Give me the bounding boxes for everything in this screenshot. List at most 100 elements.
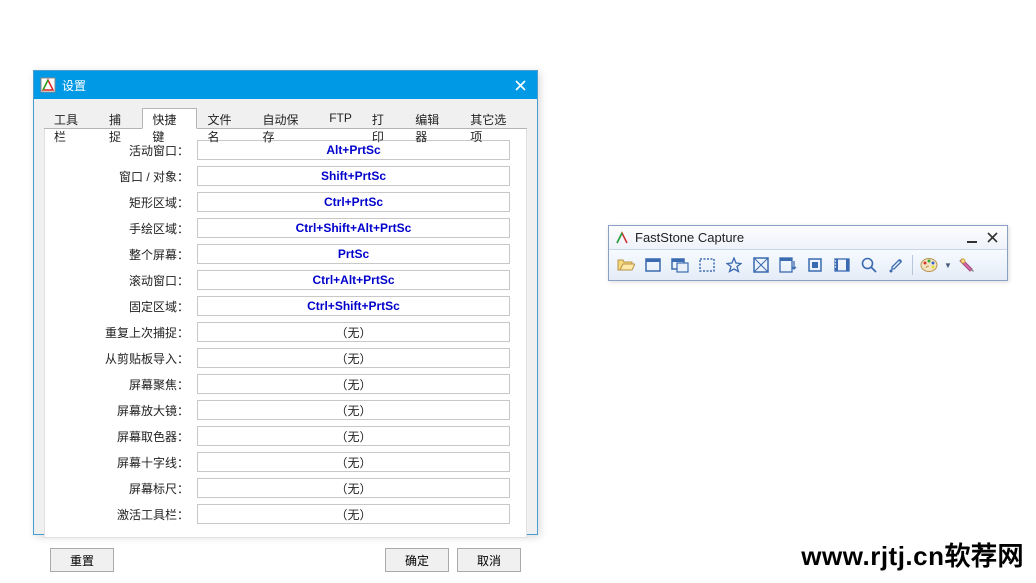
hotkey-field[interactable]: （无） [197,374,510,394]
tab-4[interactable]: 自动保存 [253,108,320,129]
tab-6[interactable]: 打印 [362,108,405,129]
capture-rect-icon [699,258,715,272]
hotkey-label: 手绘区域： [61,220,189,237]
hotkey-label: 活动窗口： [61,142,189,159]
hotkey-row: 固定区域： Ctrl+Shift+PrtSc [61,295,510,317]
capture-fixed-icon [807,257,823,273]
close-button[interactable] [509,74,531,96]
settings-dialog: 设置 工具栏捕捉快捷键文件名自动保存FTP打印编辑器其它选项 活动窗口： Alt+… [33,70,538,535]
capture-window-button[interactable] [640,253,666,277]
toolbar-separator [912,255,913,275]
hotkey-field[interactable]: PrtSc [197,244,510,264]
hotkey-row: 屏幕聚焦： （无） [61,373,510,395]
hotkey-row: 屏幕取色器：（无） [61,425,510,447]
footer-watermark: www.rjtj.cn软荐网 [801,536,1024,573]
tab-strip: 工具栏捕捉快捷键文件名自动保存FTP打印编辑器其它选项 [44,107,527,129]
hotkey-field[interactable]: （无） [197,426,510,446]
dialog-body: 工具栏捕捉快捷键文件名自动保存FTP打印编辑器其它选项 活动窗口： Alt+Prt… [34,99,537,534]
hotkey-label: 屏幕标尺： [61,480,189,497]
settings-titlebar: 设置 [34,71,537,99]
hotkey-row: 重复上次捕捉： （无） [61,321,510,343]
hotkey-row: 活动窗口： Alt+PrtSc [61,139,510,161]
hotkey-row: 屏幕放大镜： （无） [61,399,510,421]
record-button[interactable] [829,253,855,277]
capture-rect-button[interactable] [694,253,720,277]
hotkey-field[interactable]: （无） [197,322,510,342]
magnifier-icon [861,257,877,273]
hotkey-label: 屏幕十字线： [61,454,189,471]
open-file-icon [617,257,635,273]
capture-full-icon [753,257,769,273]
hotkeys-panel: 活动窗口： Alt+PrtSc 窗口 / 对象： Shift+PrtSc 矩形区域： Ct… [44,129,527,538]
app-logo-icon [615,231,629,245]
minimize-button[interactable] [963,229,981,247]
hotkey-row: 滚动窗口： Ctrl+Alt+PrtSc [61,269,510,291]
hotkey-label: 固定区域： [61,298,189,315]
open-file-button[interactable] [613,253,639,277]
toolbar-window: FastStone Capture ▼ [608,225,1008,281]
settings-icon [959,257,975,273]
capture-freehand-icon [726,257,742,273]
hotkey-field[interactable]: （无） [197,348,510,368]
toolbar-title: FastStone Capture [635,230,961,245]
color-picker-icon [888,257,904,273]
hotkey-field[interactable]: Ctrl+Shift+PrtSc [197,296,510,316]
toolbar-body: ▼ [609,250,1007,280]
capture-fixed-button[interactable] [802,253,828,277]
palette-button[interactable] [916,253,942,277]
hotkey-row: 屏幕十字线： （无） [61,451,510,473]
hotkey-row: 激活工具栏： （无） [61,503,510,525]
tab-8[interactable]: 其它选项 [460,108,527,129]
cancel-button[interactable]: 取消 [457,548,521,572]
reset-button[interactable]: 重置 [50,548,114,572]
hotkey-label: 重复上次捕捉： [61,324,189,341]
app-icon [40,77,56,93]
hotkey-label: 滚动窗口： [61,272,189,289]
tab-2[interactable]: 快捷键 [142,108,197,129]
capture-scroll-icon [779,257,797,273]
palette-icon [920,257,938,273]
dialog-buttons: 重置 确定 取消 [44,538,527,572]
hotkey-field[interactable]: Ctrl+PrtSc [197,192,510,212]
hotkey-field[interactable]: （无） [197,400,510,420]
capture-full-button[interactable] [748,253,774,277]
record-icon [834,257,850,273]
capture-window-icon [645,257,661,273]
hotkey-label: 从剪贴板导入： [61,350,189,367]
tab-0[interactable]: 工具栏 [44,108,99,129]
hotkey-label: 激活工具栏： [61,506,189,523]
hotkey-label: 矩形区域： [61,194,189,211]
hotkey-field[interactable]: （无） [197,504,510,524]
hotkey-field[interactable]: （无） [197,478,510,498]
ok-button[interactable]: 确定 [385,548,449,572]
hotkey-row: 从剪贴板导入： （无） [61,347,510,369]
hotkey-label: 整个屏幕： [61,246,189,263]
hotkey-label: 屏幕放大镜： [61,402,189,419]
output-dropdown[interactable]: ▼ [943,261,953,270]
toolbar-close-button[interactable] [983,229,1001,247]
hotkey-row: 矩形区域： Ctrl+PrtSc [61,191,510,213]
settings-button[interactable] [954,253,980,277]
tab-7[interactable]: 编辑器 [405,108,460,129]
tab-5[interactable]: FTP [319,108,362,129]
toolbar-titlebar[interactable]: FastStone Capture [609,226,1007,250]
hotkey-field[interactable]: Ctrl+Alt+PrtSc [197,270,510,290]
capture-scroll-button[interactable] [775,253,801,277]
tab-1[interactable]: 捕捉 [99,108,142,129]
capture-freehand-button[interactable] [721,253,747,277]
hotkey-label: 屏幕聚焦： [61,376,189,393]
hotkey-field[interactable]: Ctrl+Shift+Alt+PrtSc [197,218,510,238]
capture-object-button[interactable] [667,253,693,277]
capture-object-icon [671,257,689,273]
tab-3[interactable]: 文件名 [197,108,252,129]
magnifier-button[interactable] [856,253,882,277]
color-picker-button[interactable] [883,253,909,277]
hotkey-field[interactable]: Shift+PrtSc [197,166,510,186]
hotkey-row: 整个屏幕： PrtSc [61,243,510,265]
hotkey-row: 手绘区域： Ctrl+Shift+Alt+PrtSc [61,217,510,239]
hotkey-row: 窗口 / 对象： Shift+PrtSc [61,165,510,187]
hotkey-field[interactable]: （无） [197,452,510,472]
hotkey-label: 窗口 / 对象： [61,168,189,185]
hotkey-field[interactable]: Alt+PrtSc [197,140,510,160]
settings-title: 设置 [62,77,509,94]
